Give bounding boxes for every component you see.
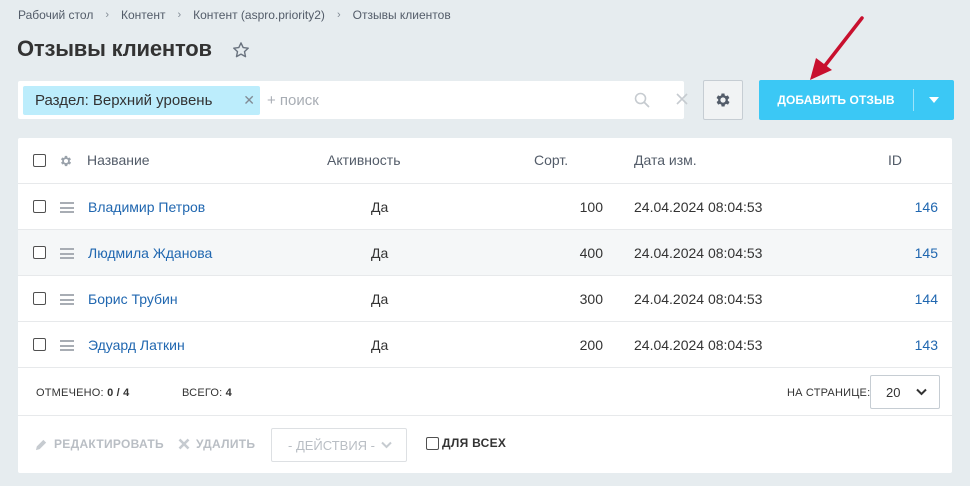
- drag-handle-icon[interactable]: [60, 248, 74, 259]
- row-name-link[interactable]: Эдуард Латкин: [88, 337, 185, 353]
- row-sort: 300: [579, 291, 603, 307]
- pencil-icon: [35, 439, 47, 450]
- table-header: Название Активность Сорт. Дата изм. ID: [18, 138, 952, 184]
- column-header-date[interactable]: Дата изм.: [634, 152, 697, 168]
- row-id-link[interactable]: 146: [878, 199, 938, 215]
- annotation-arrow-icon: [810, 16, 864, 80]
- settings-button[interactable]: [703, 80, 743, 120]
- total-counter: ВСЕГО: 4: [182, 387, 232, 399]
- add-dropdown-toggle[interactable]: [914, 97, 954, 103]
- per-page-value: 20: [886, 384, 901, 400]
- edit-label: РЕДАКТИРОВАТЬ: [54, 437, 164, 451]
- total-value: 4: [225, 387, 232, 399]
- page-title: Отзывы клиентов: [17, 36, 212, 61]
- row-active: Да: [371, 291, 389, 307]
- row-date: 24.04.2024 08:04:53: [634, 245, 763, 261]
- row-active: Да: [371, 199, 389, 215]
- row-id-link[interactable]: 144: [878, 291, 938, 307]
- star-icon[interactable]: [231, 40, 251, 60]
- row-checkbox[interactable]: [33, 292, 46, 305]
- column-header-id[interactable]: ID: [888, 152, 902, 168]
- actions-select-label: - ДЕЙСТВИЯ -: [288, 437, 376, 453]
- row-name-link[interactable]: Владимир Петров: [88, 199, 205, 215]
- row-sort: 100: [579, 199, 603, 215]
- filter-search-bar[interactable]: Раздел: Верхний уровень ✕ + поиск: [18, 81, 688, 119]
- select-all-checkbox[interactable]: [33, 154, 46, 167]
- actions-select[interactable]: - ДЕЙСТВИЯ -: [271, 428, 407, 462]
- clear-icon[interactable]: [675, 92, 689, 106]
- row-id-link[interactable]: 145: [878, 245, 938, 261]
- row-date: 24.04.2024 08:04:53: [634, 199, 763, 215]
- breadcrumb-item-desktop[interactable]: Рабочий стол: [18, 8, 93, 22]
- breadcrumb-item-content-aspro[interactable]: Контент (aspro.priority2): [193, 8, 325, 22]
- row-name-link[interactable]: Людмила Жданова: [88, 245, 212, 261]
- gear-icon: [716, 93, 730, 107]
- chevron-down-icon: [381, 441, 392, 449]
- table-row[interactable]: Эдуард Латкин Да 200 24.04.2024 08:04:53…: [18, 322, 952, 368]
- checked-value: 0 / 4: [107, 387, 130, 399]
- checked-counter: ОТМЕЧЕНО: 0 / 4: [36, 387, 129, 399]
- filter-chip-section[interactable]: Раздел: Верхний уровень ✕: [23, 86, 260, 115]
- table-row[interactable]: Борис Трубин Да 300 24.04.2024 08:04:53 …: [18, 276, 952, 322]
- per-page-label: НА СТРАНИЦЕ:: [787, 387, 871, 399]
- row-name-link[interactable]: Борис Трубин: [88, 291, 178, 307]
- delete-button[interactable]: УДАЛИТЬ: [178, 437, 255, 451]
- close-icon[interactable]: ✕: [243, 92, 255, 109]
- add-review-button[interactable]: ДОБАВИТЬ ОТЗЫВ: [759, 80, 954, 120]
- column-header-active[interactable]: Активность: [327, 152, 401, 168]
- total-label: ВСЕГО:: [182, 387, 223, 399]
- delete-x-icon: [178, 438, 190, 450]
- row-checkbox[interactable]: [33, 338, 46, 351]
- row-date: 24.04.2024 08:04:53: [634, 291, 763, 307]
- add-review-label: ДОБАВИТЬ ОТЗЫВ: [777, 93, 895, 107]
- row-active: Да: [371, 245, 389, 261]
- row-sort: 200: [579, 337, 603, 353]
- filter-chip-label: Раздел: Верхний уровень: [35, 92, 213, 109]
- action-panel: РЕДАКТИРОВАТЬ УДАЛИТЬ - ДЕЙСТВИЯ - ДЛЯ В…: [18, 417, 952, 473]
- chevron-right-icon: ›: [336, 9, 341, 21]
- drag-handle-icon[interactable]: [60, 202, 74, 213]
- edit-button[interactable]: РЕДАКТИРОВАТЬ: [35, 437, 164, 451]
- column-header-name[interactable]: Название: [87, 152, 150, 168]
- delete-label: УДАЛИТЬ: [196, 437, 256, 451]
- grid-footer: ОТМЕЧЕНО: 0 / 4 ВСЕГО: 4 НА СТРАНИЦЕ: 20: [18, 368, 952, 416]
- drag-handle-icon[interactable]: [60, 340, 74, 351]
- table-row[interactable]: Владимир Петров Да 100 24.04.2024 08:04:…: [18, 184, 952, 230]
- table-row[interactable]: Людмила Жданова Да 400 24.04.2024 08:04:…: [18, 230, 952, 276]
- per-page-select[interactable]: 20: [870, 375, 940, 409]
- breadcrumb: Рабочий стол › Контент › Контент (aspro.…: [18, 8, 451, 22]
- row-checkbox[interactable]: [33, 200, 46, 213]
- chevron-right-icon: ›: [105, 9, 109, 21]
- search-icon[interactable]: [634, 92, 650, 108]
- row-sort: 400: [579, 245, 603, 261]
- row-active: Да: [371, 337, 389, 353]
- column-header-sort[interactable]: Сорт.: [534, 152, 568, 168]
- chevron-right-icon: ›: [177, 9, 182, 21]
- chevron-down-icon: [916, 388, 927, 396]
- row-id-link[interactable]: 143: [878, 337, 938, 353]
- row-date: 24.04.2024 08:04:53: [634, 337, 763, 353]
- breadcrumb-item-content[interactable]: Контент: [121, 8, 165, 22]
- row-checkbox[interactable]: [33, 246, 46, 259]
- column-settings-icon[interactable]: [59, 154, 73, 168]
- drag-handle-icon[interactable]: [60, 294, 74, 305]
- caret-down-icon: [929, 97, 939, 103]
- reviews-grid: Название Активность Сорт. Дата изм. ID В…: [18, 138, 952, 473]
- breadcrumb-item-reviews[interactable]: Отзывы клиентов: [353, 8, 451, 22]
- for-all-label[interactable]: ДЛЯ ВСЕХ: [442, 436, 506, 450]
- for-all-checkbox[interactable]: [426, 437, 439, 450]
- search-input[interactable]: + поиск: [267, 92, 319, 109]
- checked-label: ОТМЕЧЕНО:: [36, 387, 104, 399]
